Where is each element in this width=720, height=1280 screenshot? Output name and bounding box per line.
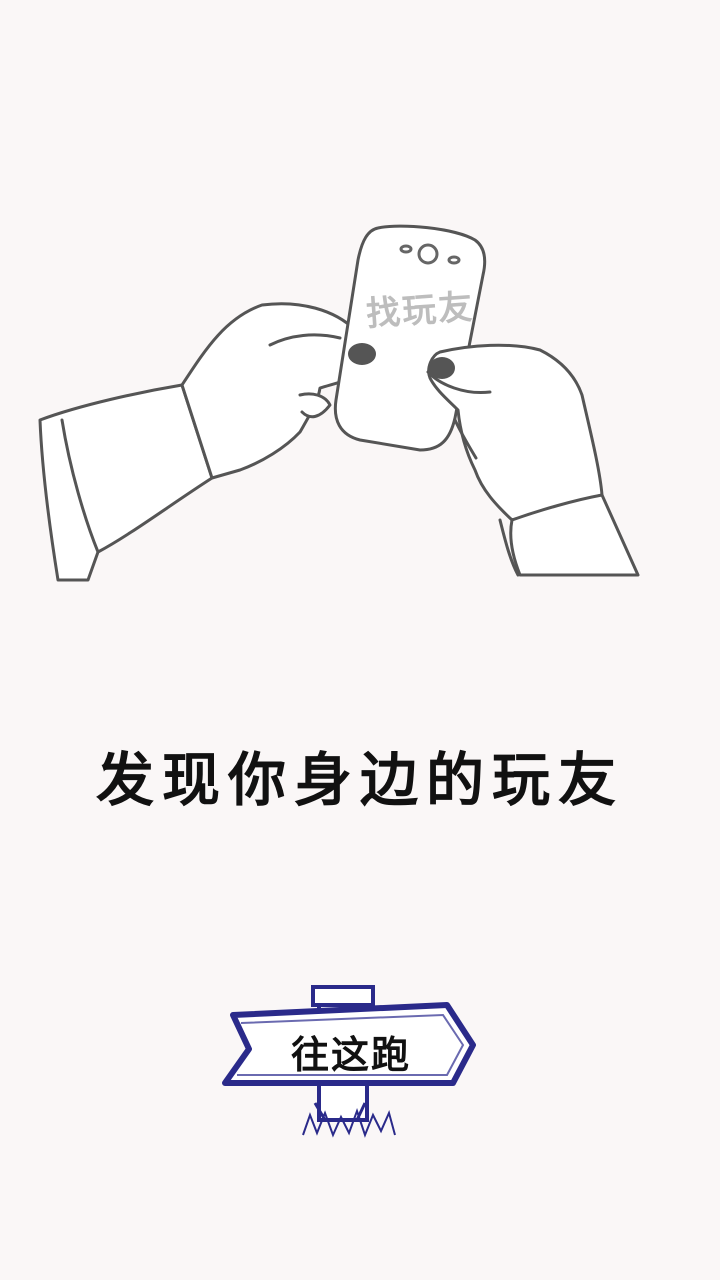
signpost-icon: [222, 985, 476, 1138]
intro-screen: 找玩友 发现你身边的玩友 往这跑: [0, 0, 720, 1280]
phone-sticker-label: 找玩友: [364, 287, 476, 335]
hands-holding-phone-illustration: [38, 224, 640, 582]
enter-signpost-button[interactable]: [215, 975, 485, 1145]
intro-tagline: 发现你身边的玩友: [95, 746, 624, 814]
